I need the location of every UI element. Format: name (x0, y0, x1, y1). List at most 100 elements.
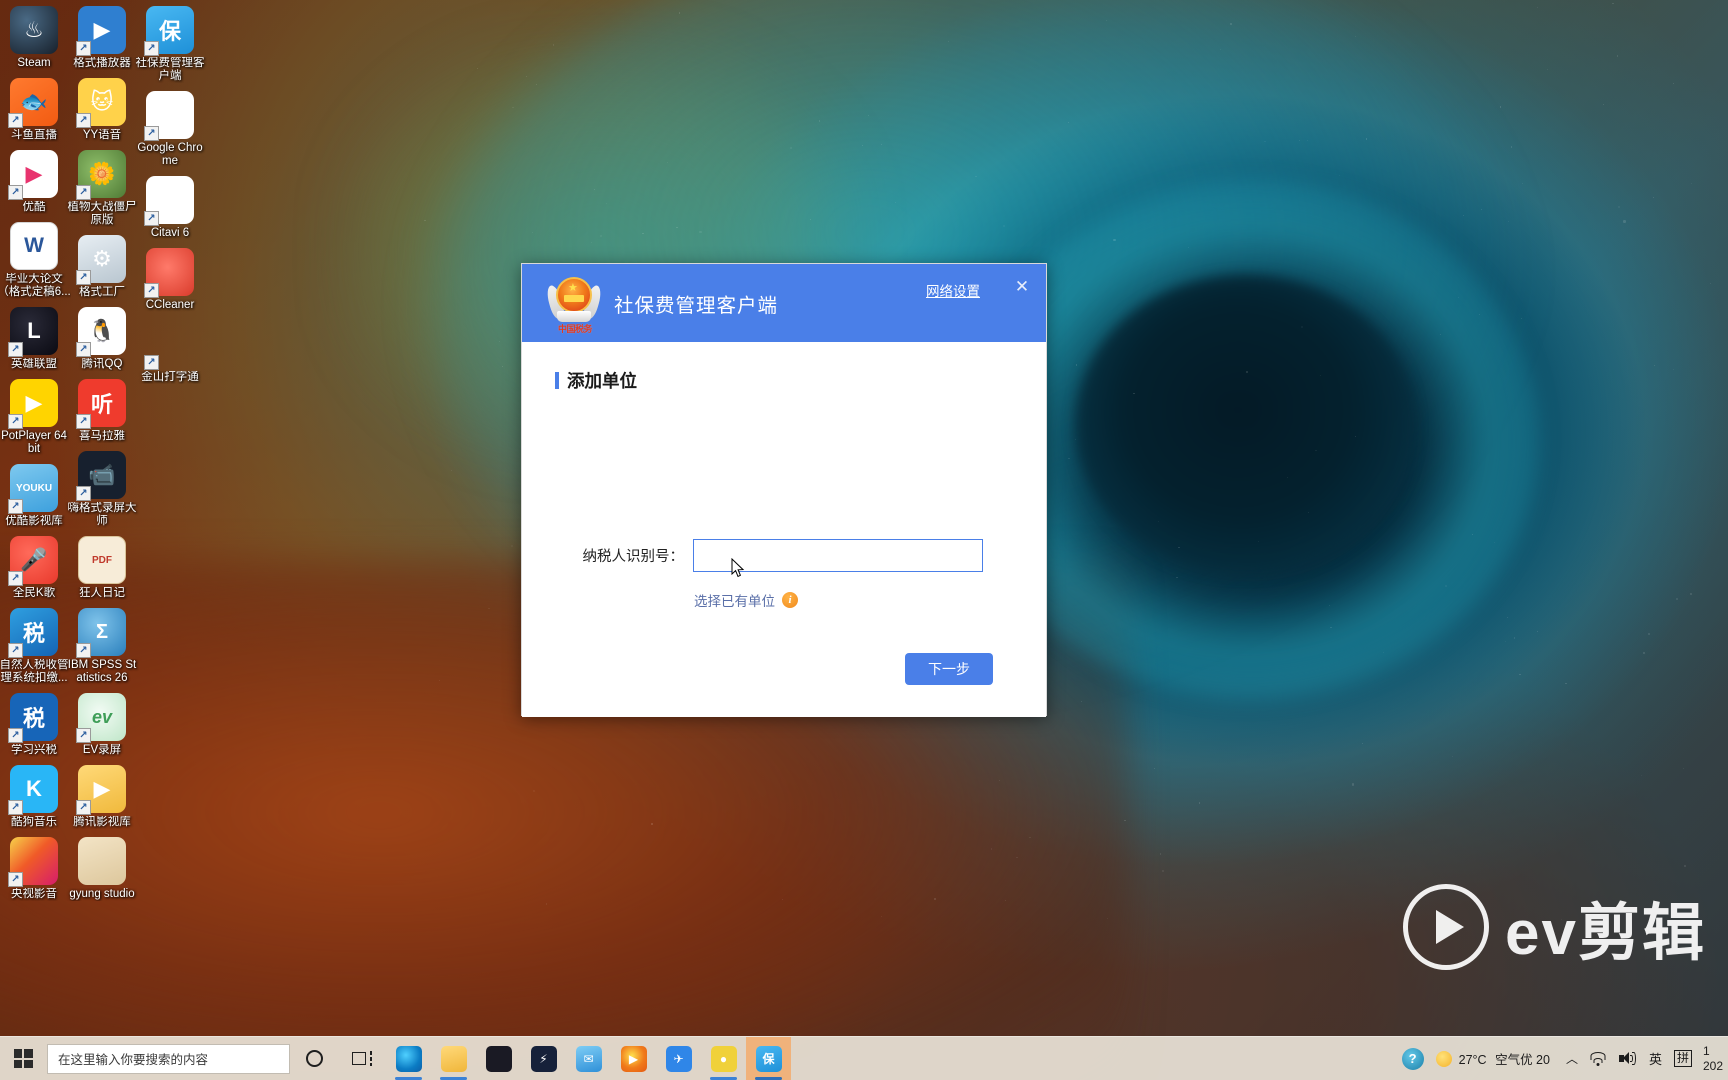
taxpayer-id-input[interactable] (693, 539, 983, 572)
taxpayer-id-form-row: 纳税人识别号： (522, 539, 1046, 572)
start-button[interactable] (0, 1037, 46, 1080)
format-factory-icon: ⚙ (76, 235, 126, 285)
desktop-icon-label: PotPlayer 64 bit (1, 430, 67, 455)
desktop-icon-natural-person-tax[interactable]: 税自然人税收管理系统扣缴... (0, 608, 69, 685)
desktop-icon-label: 优酷影视库 (5, 515, 63, 527)
desktop-icon-plants-vs-zombies[interactable]: 🌼植物大战僵尸原版 (68, 150, 137, 227)
cortana-circle-icon (305, 1050, 323, 1067)
desktop-icon-steam[interactable]: ♨ Steam (0, 6, 68, 70)
desktop-icon-youku[interactable]: ▶优酷 (0, 150, 68, 214)
desktop-icon-social-insurance-client[interactable]: 保社保费管理客户端 (136, 6, 205, 83)
ime-mode-button[interactable]: 拼 (1668, 1037, 1698, 1080)
help-tray-icon[interactable]: ? (1396, 1037, 1430, 1080)
desktop-icon-hi-format-recorder[interactable]: 📹嗨格式录屏大师 (67, 451, 137, 528)
desktop-icon-google-chrome[interactable]: Google Chrome (136, 91, 204, 168)
shortcut-overlay-icon (8, 185, 23, 200)
shortcut-overlay-icon (8, 872, 23, 887)
format-player-icon: ▶ (76, 6, 126, 56)
info-icon[interactable]: i (782, 592, 798, 608)
shortcut-overlay-icon (144, 41, 159, 56)
desktop-icon-ibm-spss[interactable]: ΣIBM SPSS Statistics 26 (68, 608, 136, 685)
next-step-button[interactable]: 下一步 (905, 653, 993, 685)
gyung-studio-folder-icon (78, 837, 126, 885)
blue-app-icon: ✈ (665, 1045, 692, 1072)
desktop-icon-label: 斗鱼直播 (11, 129, 57, 141)
desktop-icon-ccleaner[interactable]: CCleaner (136, 248, 204, 312)
desktop-icon-cctv-video[interactable]: 央视影音 (0, 837, 68, 901)
desktop-icon-ev-recorder[interactable]: evEV录屏 (68, 693, 136, 757)
desktop-icon-label: 嗨格式录屏大师 (67, 502, 137, 527)
dialog-app-title: 社保费管理客户端 (614, 294, 779, 317)
taskbar-app-video-player[interactable]: ▶ (611, 1037, 656, 1080)
desktop-icon-league-of-legends[interactable]: L英雄联盟 (0, 307, 68, 371)
clock[interactable]: 1 202 (1698, 1044, 1724, 1074)
cortana-button[interactable] (290, 1037, 338, 1080)
taskbar-app-blue-app[interactable]: ✈ (656, 1037, 701, 1080)
taskbar-app-microsoft-edge[interactable] (386, 1037, 431, 1080)
desktop-icon-kugou-music[interactable]: K酷狗音乐 (0, 765, 68, 829)
shortcut-overlay-icon (76, 728, 91, 743)
wifi-icon (1590, 1051, 1607, 1066)
desktop-icon-label: Google Chrome (137, 142, 203, 167)
screen-recorder-icon: ● (710, 1045, 737, 1072)
desktop-icon-grid: ♨Steam🐟斗鱼直播▶优酷W毕业大论文（格式定稿6...L英雄联盟▶PotPl… (0, 0, 205, 930)
pdf-document-icon: PDF (78, 536, 126, 584)
desktop-icon-pdf-document[interactable]: PDF 狂人日记 (68, 536, 136, 600)
steam-icon: ♨ (10, 6, 58, 54)
weather-widget[interactable]: 27°C 空气优 20 (1430, 1049, 1560, 1068)
desktop-icon-citavi[interactable]: Citavi 6 (136, 176, 204, 240)
desktop-icon-jinshan-typing[interactable]: 金山打字通 (136, 320, 204, 384)
quanmin-kge-icon: 🎤 (8, 536, 58, 586)
desktop-icon-label: 毕业大论文（格式定稿6... (0, 273, 71, 298)
ev-recorder-icon: ev (76, 693, 126, 743)
natural-person-tax-icon: 税 (8, 608, 58, 658)
volume-tray-button[interactable] (1613, 1037, 1643, 1080)
league-of-legends-icon: L (8, 307, 58, 357)
taskbar-app-microsoft-store[interactable] (476, 1037, 521, 1080)
clock-time: 1 (1703, 1043, 1710, 1058)
jinshan-typing-icon (144, 320, 194, 370)
desktop-icon-study-tax[interactable]: 税学习兴税 (0, 693, 68, 757)
dialog-header: ★ 中国税务 社保费管理客户端 网络设置 ✕ (522, 264, 1046, 342)
close-icon[interactable]: ✕ (1012, 278, 1032, 298)
desktop-icon-youku-library[interactable]: YOUKU优酷影视库 (0, 464, 68, 528)
desktop-icon-label: 全民K歌 (12, 587, 56, 599)
social-insurance-client-icon: 保 (755, 1045, 782, 1072)
task-view-button[interactable] (338, 1037, 386, 1080)
desktop-icon-format-factory[interactable]: ⚙格式工厂 (68, 235, 136, 299)
desktop-icon-gyung-studio-folder[interactable]: gyung studio (68, 837, 136, 901)
shortcut-overlay-icon (8, 728, 23, 743)
desktop-icon-tencent-video-library[interactable]: ▶腾讯影视库 (68, 765, 136, 829)
shortcut-overlay-icon (8, 643, 23, 658)
desktop-icon-tencent-qq[interactable]: 🐧腾讯QQ (68, 307, 136, 371)
ime-language-label: 英 (1648, 1052, 1662, 1067)
search-input[interactable]: 在这里输入你要搜索的内容 (47, 1043, 290, 1074)
ime-language-button[interactable]: 英 (1643, 1037, 1668, 1080)
desktop-icon-yy-voice[interactable]: 🐱YY语音 (68, 78, 136, 142)
shortcut-overlay-icon (76, 185, 91, 200)
taskbar-app-file-explorer[interactable] (431, 1037, 476, 1080)
weather-text: 27°C 空气优 20 (1458, 1053, 1550, 1067)
youku-library-icon: YOUKU (8, 464, 58, 514)
choose-existing-row: 选择已有单位 i (694, 590, 798, 610)
desktop-icon-format-player[interactable]: ▶格式播放器 (68, 6, 136, 70)
show-hidden-icons-button[interactable]: ︿ (1560, 1037, 1584, 1080)
plants-vs-zombies-icon: 🌼 (76, 150, 126, 200)
taskbar-app-social-insurance-client[interactable]: 保 (746, 1036, 791, 1080)
desktop-icon-label: IBM SPSS Statistics 26 (67, 659, 137, 684)
choose-existing-unit-link[interactable]: 选择已有单位 (694, 590, 775, 610)
network-tray-button[interactable] (1584, 1037, 1613, 1080)
cctv-video-icon (8, 837, 58, 887)
tencent-video-library-icon: ▶ (76, 765, 126, 815)
taskbar-app-mail[interactable]: ✉ (566, 1037, 611, 1080)
taskbar: 在这里输入你要搜索的内容 ⚡ ✉ ▶ ✈ ● 保 ? 27°C 空气优 20 ︿ (0, 1036, 1728, 1080)
desktop-icon-douyu-live[interactable]: 🐟斗鱼直播 (0, 78, 68, 142)
desktop-icon-word-document[interactable]: W 毕业大论文（格式定稿6... (0, 222, 71, 299)
desktop-icon-quanmin-kge[interactable]: 🎤全民K歌 (0, 536, 68, 600)
shortcut-overlay-icon (144, 283, 159, 298)
taskbar-app-screen-recorder[interactable]: ● (701, 1037, 746, 1080)
network-settings-link[interactable]: 网络设置 (926, 280, 980, 300)
taskbar-app-powershell[interactable]: ⚡ (521, 1037, 566, 1080)
desktop-icon-potplayer[interactable]: ▶PotPlayer 64 bit (0, 379, 68, 456)
desktop-icon-ximalaya[interactable]: 听喜马拉雅 (68, 379, 136, 443)
